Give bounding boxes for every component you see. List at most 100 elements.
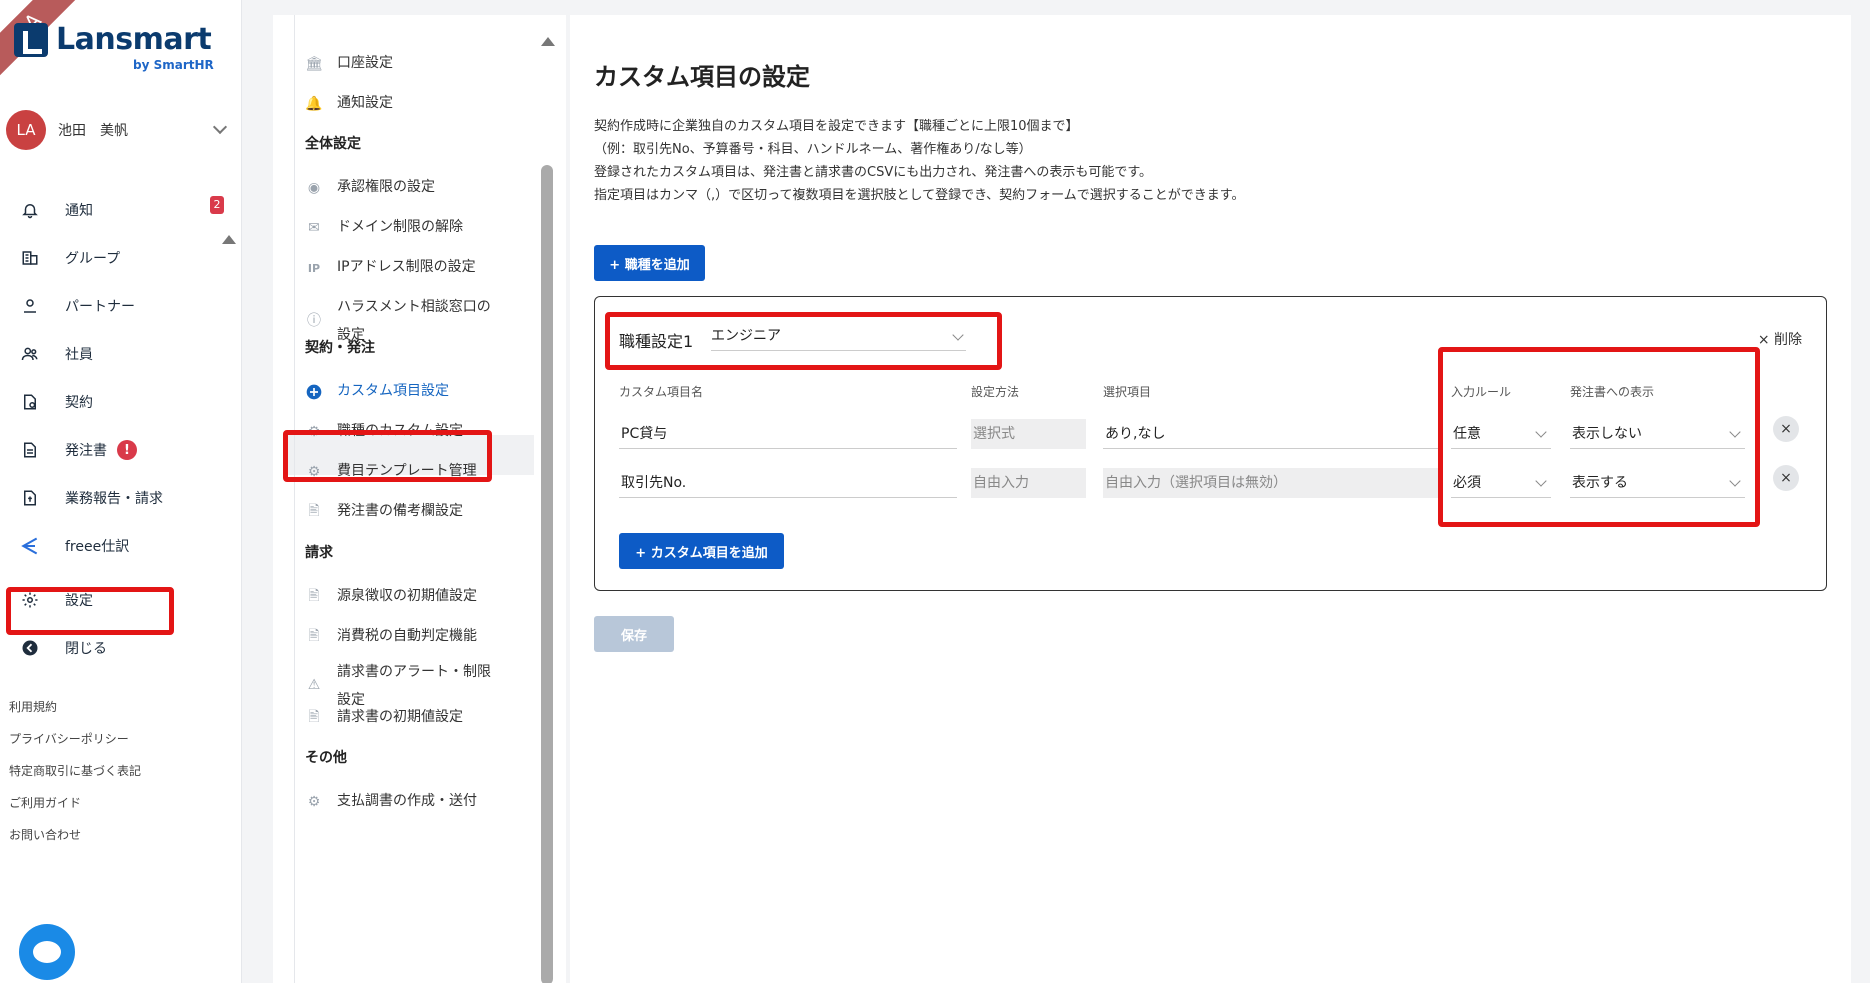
chat-support-button[interactable] bbox=[19, 924, 75, 980]
settings-item-approval[interactable]: ◉ 承認権限の設定 bbox=[305, 177, 435, 201]
logo[interactable]: Lansmart bbox=[14, 22, 212, 57]
description-line: 登録されたカスタム項目は、発注書と請求書のCSVにも出力され、発注書への表示も可… bbox=[594, 165, 1153, 180]
job-select[interactable]: エンジニア bbox=[711, 325, 966, 351]
settings-item-domain[interactable]: ✉ ドメイン制限の解除 bbox=[305, 217, 463, 241]
freee-icon bbox=[20, 536, 40, 556]
save-button[interactable]: 保存 bbox=[594, 616, 674, 652]
settings-item-label: 承認権限の設定 bbox=[337, 179, 435, 195]
nav-item-employees[interactable]: 社員 bbox=[0, 330, 242, 378]
document-icon bbox=[20, 440, 40, 460]
nav-label: 業務報告・請求 bbox=[65, 491, 163, 507]
job-label: 職種設定1 bbox=[619, 332, 694, 351]
scroll-up-arrow-icon[interactable] bbox=[541, 37, 555, 46]
divider bbox=[294, 15, 295, 983]
settings-item-invoice-defaults[interactable]: 🖹 請求書の初期値設定 bbox=[305, 707, 463, 731]
settings-group-other: その他 bbox=[305, 750, 347, 766]
settings-item-label: ドメイン制限の解除 bbox=[337, 219, 463, 235]
settings-item-custom-fields[interactable]: カスタム項目設定 bbox=[305, 381, 449, 405]
annotation-highlight-rules bbox=[1438, 347, 1760, 527]
description-line: （例：取引先No、予算番号・科目、ハンドルネーム、著作権あり/なし等） bbox=[594, 142, 1032, 157]
logo-mark-icon bbox=[14, 22, 48, 57]
document-icon: 🖹 bbox=[308, 588, 320, 604]
avatar: LA bbox=[6, 110, 46, 150]
footer-link-guide[interactable]: ご利用ガイド bbox=[9, 794, 141, 826]
footer-link-commerce-law[interactable]: 特定商取引に基づく表記 bbox=[9, 762, 141, 794]
nav-item-reports-invoices[interactable]: 業務報告・請求 bbox=[0, 474, 242, 522]
method-field: 自由入力 bbox=[971, 468, 1086, 498]
settings-item-po-notes[interactable]: 🖹 発注書の備考欄設定 bbox=[305, 501, 463, 525]
arrow-left-circle-icon bbox=[20, 638, 40, 658]
nav-item-contracts[interactable]: 契約 bbox=[0, 378, 242, 426]
nav-item-notifications[interactable]: 通知 2 bbox=[0, 186, 242, 234]
custom-item-name-input[interactable]: PC貸与 bbox=[619, 419, 957, 449]
settings-item-label: カスタム項目設定 bbox=[337, 383, 449, 399]
footer-link-terms[interactable]: 利用規約 bbox=[9, 698, 141, 730]
nav-label: 通知 bbox=[65, 203, 93, 219]
footer-link-contact[interactable]: お問い合わせ bbox=[9, 826, 141, 858]
user-name: 池田 美帆 bbox=[58, 123, 128, 139]
settings-item-notifications[interactable]: 🔔 通知設定 bbox=[305, 93, 393, 117]
sidebar: QA Lansmart by SmartHR LA 池田 美帆 通知 2 bbox=[0, 0, 242, 983]
scroll-up-arrow-icon[interactable] bbox=[222, 235, 236, 244]
chat-icon bbox=[33, 941, 61, 963]
column-header-name: カスタム項目名 bbox=[619, 385, 704, 399]
add-custom-item-button[interactable]: + カスタム項目を追加 bbox=[619, 533, 784, 569]
bank-icon: 🏛 bbox=[305, 56, 323, 72]
remove-row-button[interactable]: × bbox=[1773, 416, 1799, 442]
settings-group-invoice: 請求 bbox=[305, 545, 333, 561]
settings-item-payment-report[interactable]: ⚙ 支払調書の作成・送付 bbox=[305, 791, 477, 815]
remove-row-button[interactable]: × bbox=[1773, 465, 1799, 491]
close-icon: × bbox=[1780, 421, 1792, 437]
plus-circle-icon bbox=[305, 383, 323, 401]
settings-item-label: 請求書の初期値設定 bbox=[337, 709, 463, 725]
people-icon bbox=[20, 344, 40, 364]
scrollbar[interactable] bbox=[541, 165, 553, 983]
description-line: 指定項目はカンマ（,）で区切って複数項目を選択肢として登録でき、契約フォームで選… bbox=[594, 188, 1245, 203]
options-input: 自由入力（選択項目は無効） bbox=[1103, 468, 1438, 498]
settings-item-consumption-tax[interactable]: 🖹 消費税の自動判定機能 bbox=[305, 626, 477, 650]
invoice-icon bbox=[20, 488, 40, 508]
gear-icon: ⚙ bbox=[307, 794, 321, 810]
options-input[interactable]: あり,なし bbox=[1103, 419, 1438, 449]
page-title: カスタム項目の設定 bbox=[594, 63, 810, 91]
alert-icon: ! bbox=[117, 440, 137, 460]
settings-item-label: 支払調書の作成・送付 bbox=[337, 793, 477, 809]
document-icon: 🖹 bbox=[308, 503, 320, 519]
settings-nav: 🏛 口座設定 🔔 通知設定 全体設定 ◉ 承認権限の設定 ✉ ドメイン制限の解除… bbox=[273, 15, 566, 983]
notification-count-badge: 2 bbox=[210, 196, 224, 214]
add-job-button[interactable]: + 職種を追加 bbox=[594, 245, 705, 281]
delete-job-button[interactable]: × 削除 bbox=[1758, 329, 1802, 349]
document-icon: 🖹 bbox=[308, 628, 320, 644]
chevron-down-icon bbox=[212, 119, 228, 135]
column-header-options: 選択項目 bbox=[1103, 385, 1152, 399]
logo-subtitle: by SmartHR bbox=[133, 58, 214, 72]
nav-item-groups[interactable]: グループ bbox=[0, 234, 242, 282]
custom-item-name-input[interactable]: 取引先No. bbox=[619, 468, 957, 498]
logo-text: Lansmart bbox=[56, 22, 212, 57]
nav-label: 社員 bbox=[65, 347, 93, 363]
settings-item-label: 消費税の自動判定機能 bbox=[337, 628, 477, 644]
mail-icon: ✉ bbox=[308, 220, 320, 236]
info-icon: ⓘ bbox=[307, 313, 321, 329]
settings-item-withholding[interactable]: 🖹 源泉徴収の初期値設定 bbox=[305, 586, 477, 610]
settings-item-label: 通知設定 bbox=[337, 95, 393, 111]
annotation-highlight-settings bbox=[6, 587, 174, 635]
nav-item-freee[interactable]: freee仕訳 bbox=[0, 522, 242, 570]
nav-item-partners[interactable]: パートナー bbox=[0, 282, 242, 330]
nav-item-purchase-orders[interactable]: 発注書 ! bbox=[0, 426, 242, 474]
annotation-highlight-custom-fields bbox=[283, 430, 492, 482]
job-select-value: エンジニア bbox=[711, 328, 781, 344]
app: QA Lansmart by SmartHR LA 池田 美帆 通知 2 bbox=[0, 0, 1870, 983]
person-icon bbox=[20, 296, 40, 316]
document-icon: 🖹 bbox=[308, 709, 320, 725]
settings-item-bank-account[interactable]: 🏛 口座設定 bbox=[305, 53, 393, 77]
chevron-down-icon bbox=[952, 329, 964, 341]
contract-icon bbox=[20, 392, 40, 412]
settings-item-ip[interactable]: IP IPアドレス制限の設定 bbox=[305, 257, 476, 281]
nav-label: 発注書 bbox=[65, 443, 107, 459]
user-menu[interactable]: LA 池田 美帆 bbox=[6, 110, 231, 150]
footer-link-privacy[interactable]: プライバシーポリシー bbox=[9, 730, 141, 762]
description-line: 契約作成時に企業独自のカスタム項目を設定できます【職種ごとに上限10個まで】 bbox=[594, 119, 1079, 134]
warning-icon: ⚠ bbox=[307, 677, 321, 693]
settings-group-general: 全体設定 bbox=[305, 136, 361, 152]
